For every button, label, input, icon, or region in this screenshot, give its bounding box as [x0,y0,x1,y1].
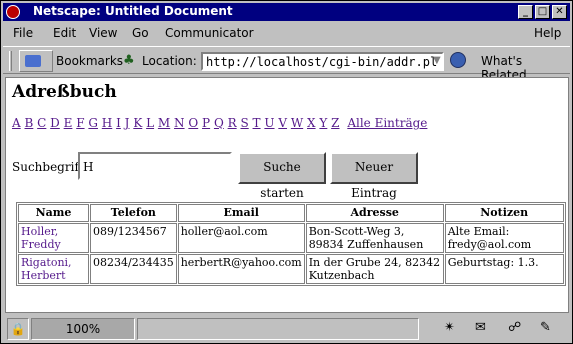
netscape-icon[interactable] [6,5,20,19]
cell-email: holler@aol.com [177,223,305,253]
letter-link-l[interactable]: L [146,116,154,130]
letter-link-f[interactable]: F [76,116,84,130]
alphabet-index: A B C D E F G H I J K L M N O P Q R S T … [12,116,427,130]
location-label: Location: [142,54,197,68]
menu-edit[interactable]: Edit [53,26,76,40]
page-heading: Adreßbuch [12,82,117,102]
column-header-name: Name [18,204,89,222]
contact-link[interactable]: Rigatoni, Herbert [21,256,72,282]
letter-link-d[interactable]: D [50,116,60,130]
progress-indicator: 100% [31,318,135,340]
url-dropdown-icon[interactable]: ▼ [433,55,441,66]
letter-link-w[interactable]: W [291,116,303,130]
location-toolbar: Bookmarks ♣ Location: http://localhost/c… [3,46,570,82]
all-entries-link[interactable]: Alle Einträge [347,116,427,130]
location-icon: ♣ [123,53,135,68]
cell-name: Holler, Freddy [18,223,89,253]
letter-link-x[interactable]: X [307,116,316,130]
window-title: Netscape: Untitled Document [33,4,233,18]
letter-link-o[interactable]: O [188,116,198,130]
browser-window: Netscape: Untitled Document _ □ ✕ File E… [0,0,573,344]
menu-view[interactable]: View [89,26,117,40]
search-form: Suchbegriff: H Suche starten Neuer Eintr… [12,152,432,200]
title-bar: Netscape: Untitled Document _ □ ✕ [3,3,570,21]
letter-link-i[interactable]: I [116,116,121,130]
maximize-button[interactable]: □ [535,5,550,19]
letter-link-q[interactable]: Q [214,116,224,130]
cell-notes: Geburtstag: 1.3. [444,254,564,284]
toolbar-grip[interactable] [9,51,12,71]
menu-file[interactable]: File [13,26,33,40]
letter-link-s[interactable]: S [240,116,248,130]
cell-address: In der Grube 24, 82342 Kutzenbach [305,254,444,284]
letter-link-h[interactable]: H [102,116,112,130]
letter-link-z[interactable]: Z [331,116,339,130]
cell-notes: Alte Email: fredy@aol.com [444,223,564,253]
table-row: Holler, Freddy 089/1234567 holler@aol.co… [18,223,564,253]
menu-communicator[interactable]: Communicator [165,26,254,40]
letter-link-p[interactable]: P [202,116,210,130]
letter-link-t[interactable]: T [253,116,261,130]
cell-address: Bon-Scott-Weg 3, 89834 Zuffenhausen [305,223,444,253]
column-header-email: Email [177,204,305,222]
letter-link-m[interactable]: M [158,116,170,130]
cell-phone: 08234/234435 [90,254,177,284]
page-content: Adreßbuch A B C D E F G H I J K L M N O … [5,77,569,313]
new-entry-button[interactable]: Neuer Eintrag [330,152,418,200]
menu-go[interactable]: Go [132,26,149,40]
letter-link-e[interactable]: E [64,116,73,130]
minimize-button[interactable]: _ [518,5,533,19]
column-header-notes: Notizen [444,204,564,222]
letter-link-g[interactable]: G [88,116,98,130]
letter-link-j[interactable]: J [125,116,130,130]
whats-related-icon [450,52,466,68]
cell-name: Rigatoni, Herbert [18,254,89,284]
status-text [137,318,419,340]
letter-link-n[interactable]: N [174,116,185,130]
cell-phone: 089/1234567 [90,223,177,253]
close-button[interactable]: ✕ [552,5,567,19]
menu-bar: File Edit View Go Communicator Help [3,22,570,44]
letter-link-r[interactable]: R [228,116,237,130]
letter-link-k[interactable]: K [133,116,142,130]
letter-link-v[interactable]: V [278,116,287,130]
letter-link-a[interactable]: A [12,116,21,130]
bookmark-icon [25,55,41,67]
url-input[interactable]: http://localhost/cgi-bin/addr.pl [201,52,444,71]
status-bar: 🔒 100% ✴ ✉ ☍ ✎ [3,315,570,342]
address-table: Name Telefon Email Adresse Notizen Holle… [16,202,566,286]
column-header-address: Adresse [305,204,444,222]
bookmarks-button[interactable] [19,50,53,72]
letter-link-c[interactable]: C [37,116,46,130]
bookmarks-label[interactable]: Bookmarks [56,54,123,68]
table-header-row: Name Telefon Email Adresse Notizen [18,204,564,222]
column-header-phone: Telefon [90,204,177,222]
menu-help[interactable]: Help [534,26,561,40]
navigator-icon[interactable]: ✴ [444,320,455,335]
cell-email: herbertR@yahoo.com [177,254,305,284]
search-input[interactable]: H [78,152,232,180]
contact-link[interactable]: Holler, Freddy [21,225,61,251]
letter-link-b[interactable]: B [25,116,34,130]
composer-icon[interactable]: ✎ [540,320,551,335]
search-label: Suchbegriff: [12,160,88,174]
mail-icon[interactable]: ✉ [475,320,486,335]
letter-link-u[interactable]: U [264,116,274,130]
letter-link-y[interactable]: Y [319,116,327,130]
search-button[interactable]: Suche starten [238,152,326,200]
discussion-icon[interactable]: ☍ [508,320,521,335]
security-lock-icon[interactable]: 🔒 [7,318,29,340]
table-row: Rigatoni, Herbert 08234/234435 herbertR@… [18,254,564,284]
